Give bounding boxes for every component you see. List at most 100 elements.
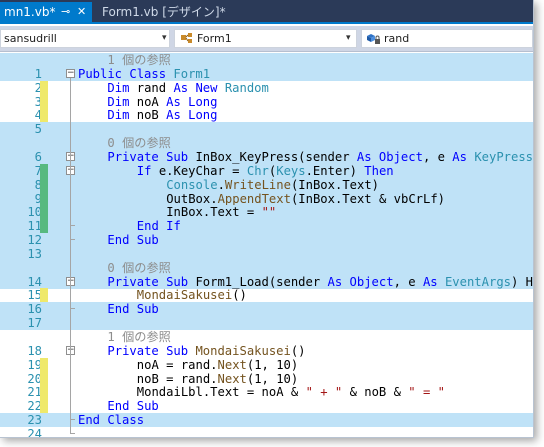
outline-guide-end [70,432,75,434]
code-token: . [217,177,225,192]
line-number: 8 [34,177,42,192]
code-line-24[interactable]: 24 [0,427,533,437]
reference-count[interactable]: 0 個の参照 [107,136,170,150]
line-number: 18 [27,343,42,358]
code-line-19[interactable]: 19 noA = rand.Next(1, 10) [0,357,533,372]
code-text: Console.WriteLine(InBox.Text) [166,178,379,192]
outline-guide-end [70,308,75,310]
code-token: (1, 10) [246,357,299,372]
code-token: AppendText [217,191,291,206]
code-token: As Object [356,149,423,164]
code-line-5[interactable]: 5 [0,122,533,137]
code-line-23[interactable]: 23 End Class [0,413,533,428]
line-number: 23 [27,413,42,428]
code-line-21[interactable]: 21 MondaiLbl.Text = noA & " + " & noB & "… [0,385,533,400]
code-line-7[interactable]: 7−If e.KeyChar = Chr(Keys.Enter) Then [0,163,533,178]
code-text: OutBox.AppendText(InBox.Text & vbCrLf) [166,192,445,206]
code-editor[interactable]: 1 個の参照 1 − Public Class Form1 2 Dim rand As N… [0,52,533,437]
code-token: "" [261,205,277,220]
tab-form1-designer[interactable]: Form1.vb [デザイン]* [96,2,232,22]
code-line-12[interactable]: 12 End Sub [0,233,533,248]
code-line-15[interactable]: 15 MondaiSakusei() [0,288,533,303]
outline-guide-end [70,225,75,227]
code-token: Public Class [78,66,174,81]
code-line-2[interactable]: 2 Dim rand As New Random [0,80,533,95]
code-line-20[interactable]: 20 noB = rand.Next(1, 10) [0,371,533,386]
code-line-1[interactable]: 1 − Public Class Form1 [0,66,533,81]
reference-count[interactable]: 1 個の参照 [107,53,170,67]
pin-icon[interactable]: ⊸ [61,2,70,22]
line-number: 16 [27,302,42,317]
project-dropdown[interactable]: sansudrill ▾ [0,29,170,48]
saved-change-marker [40,191,48,206]
code-token: " = " [408,385,445,400]
code-line-8[interactable]: 8 Console.WriteLine(InBox.Text) [0,177,533,192]
close-icon[interactable]: ✕ [77,2,86,22]
tab-module1-vb[interactable]: mn1.vb* ⊸ ✕ [0,2,92,22]
line-number: 12 [27,233,42,248]
class-dropdown[interactable]: Form1 ▾ [174,29,357,48]
code-text: Public Class Form1 [78,67,210,81]
code-token: Then [364,163,394,178]
code-token: KeyPressEve [474,149,534,164]
code-line-9[interactable]: 9 OutBox.AppendText(InBox.Text & vbCrLf) [0,191,533,206]
code-line-10[interactable]: 10 InBox.Text = "" [0,205,533,220]
reference-count[interactable]: 0 個の参照 [107,261,170,275]
line-number: 4 [34,108,42,123]
code-line-6[interactable]: 6−Private Sub InBox_KeyPress(sender As O… [0,149,534,164]
unsaved-change-marker [40,288,48,303]
line-number: 9 [34,191,42,206]
code-token: MondaiSakusei [195,343,291,358]
code-token: .Enter) [305,163,365,178]
unsaved-change-marker [40,94,48,109]
codelens-reference-line: 0 個の参照 [0,136,533,151]
codelens-reference-line: 1 個の参照 [0,53,533,67]
line-number: 10 [27,205,42,220]
code-token: Next [217,371,247,386]
unsaved-change-marker [40,108,48,123]
collapse-toggle-icon[interactable]: − [66,68,75,78]
reference-count[interactable]: 1 個の参照 [107,330,170,344]
code-line-17[interactable]: 17 [0,316,533,331]
code-token: Chr [246,163,269,178]
member-dropdown[interactable]: rand [361,29,533,48]
code-line-16[interactable]: 16 End Sub [0,302,533,317]
line-number: 21 [27,385,42,400]
code-token: As Long [166,94,218,109]
saved-change-marker [40,205,48,220]
code-token: End Sub [107,302,159,317]
code-token: e.KeyChar = [158,163,247,178]
line-number: 6 [34,149,42,164]
code-text: End Sub [107,233,158,247]
document-tab-strip: mn1.vb* ⊸ ✕ Form1.vb [デザイン]* [0,0,533,24]
code-token: InBox.Text = [166,205,262,220]
code-line-4[interactable]: 4 Dim noB As Long [0,108,533,123]
code-line-14[interactable]: 14−Private Sub Form1_Load(sender As Obje… [0,274,534,289]
code-line-13[interactable]: 13 [0,246,533,261]
code-text: End Sub [107,399,158,413]
navigation-bar: sansudrill ▾ Form1 ▾ rand [0,26,533,52]
code-token: ) Hand [511,274,534,289]
saved-change-marker [40,177,48,192]
code-token: " + " [305,385,343,400]
unsaved-change-marker [40,371,48,386]
code-line-11[interactable]: 11 End If [0,219,533,234]
code-line-18[interactable]: 18−Private Sub MondaiSakusei() [0,344,533,358]
code-text: Private Sub MondaiSakusei() [107,344,305,358]
code-line-3[interactable]: 3 Dim noA As Long [0,94,533,109]
unsaved-change-marker [40,385,48,400]
code-text: InBox.Text = "" [166,205,276,219]
code-token: EventArgs [444,274,511,289]
code-token: As Long [166,108,218,123]
code-text: noA = rand.Next(1, 10) [137,358,298,372]
tab-label: mn1.vb* [4,5,56,19]
code-token: OutBox. [166,191,218,206]
member-name: rand [384,32,410,45]
code-line-22[interactable]: 22 End Sub [0,399,533,414]
code-text: MondaiSakusei() [137,288,247,302]
class-name: Form1 [197,32,232,45]
field-lock-icon [367,34,380,44]
code-token: Dim [107,108,137,123]
code-text: Private Sub Form1_Load(sender As Object,… [107,274,534,289]
line-number: 14 [27,274,42,289]
